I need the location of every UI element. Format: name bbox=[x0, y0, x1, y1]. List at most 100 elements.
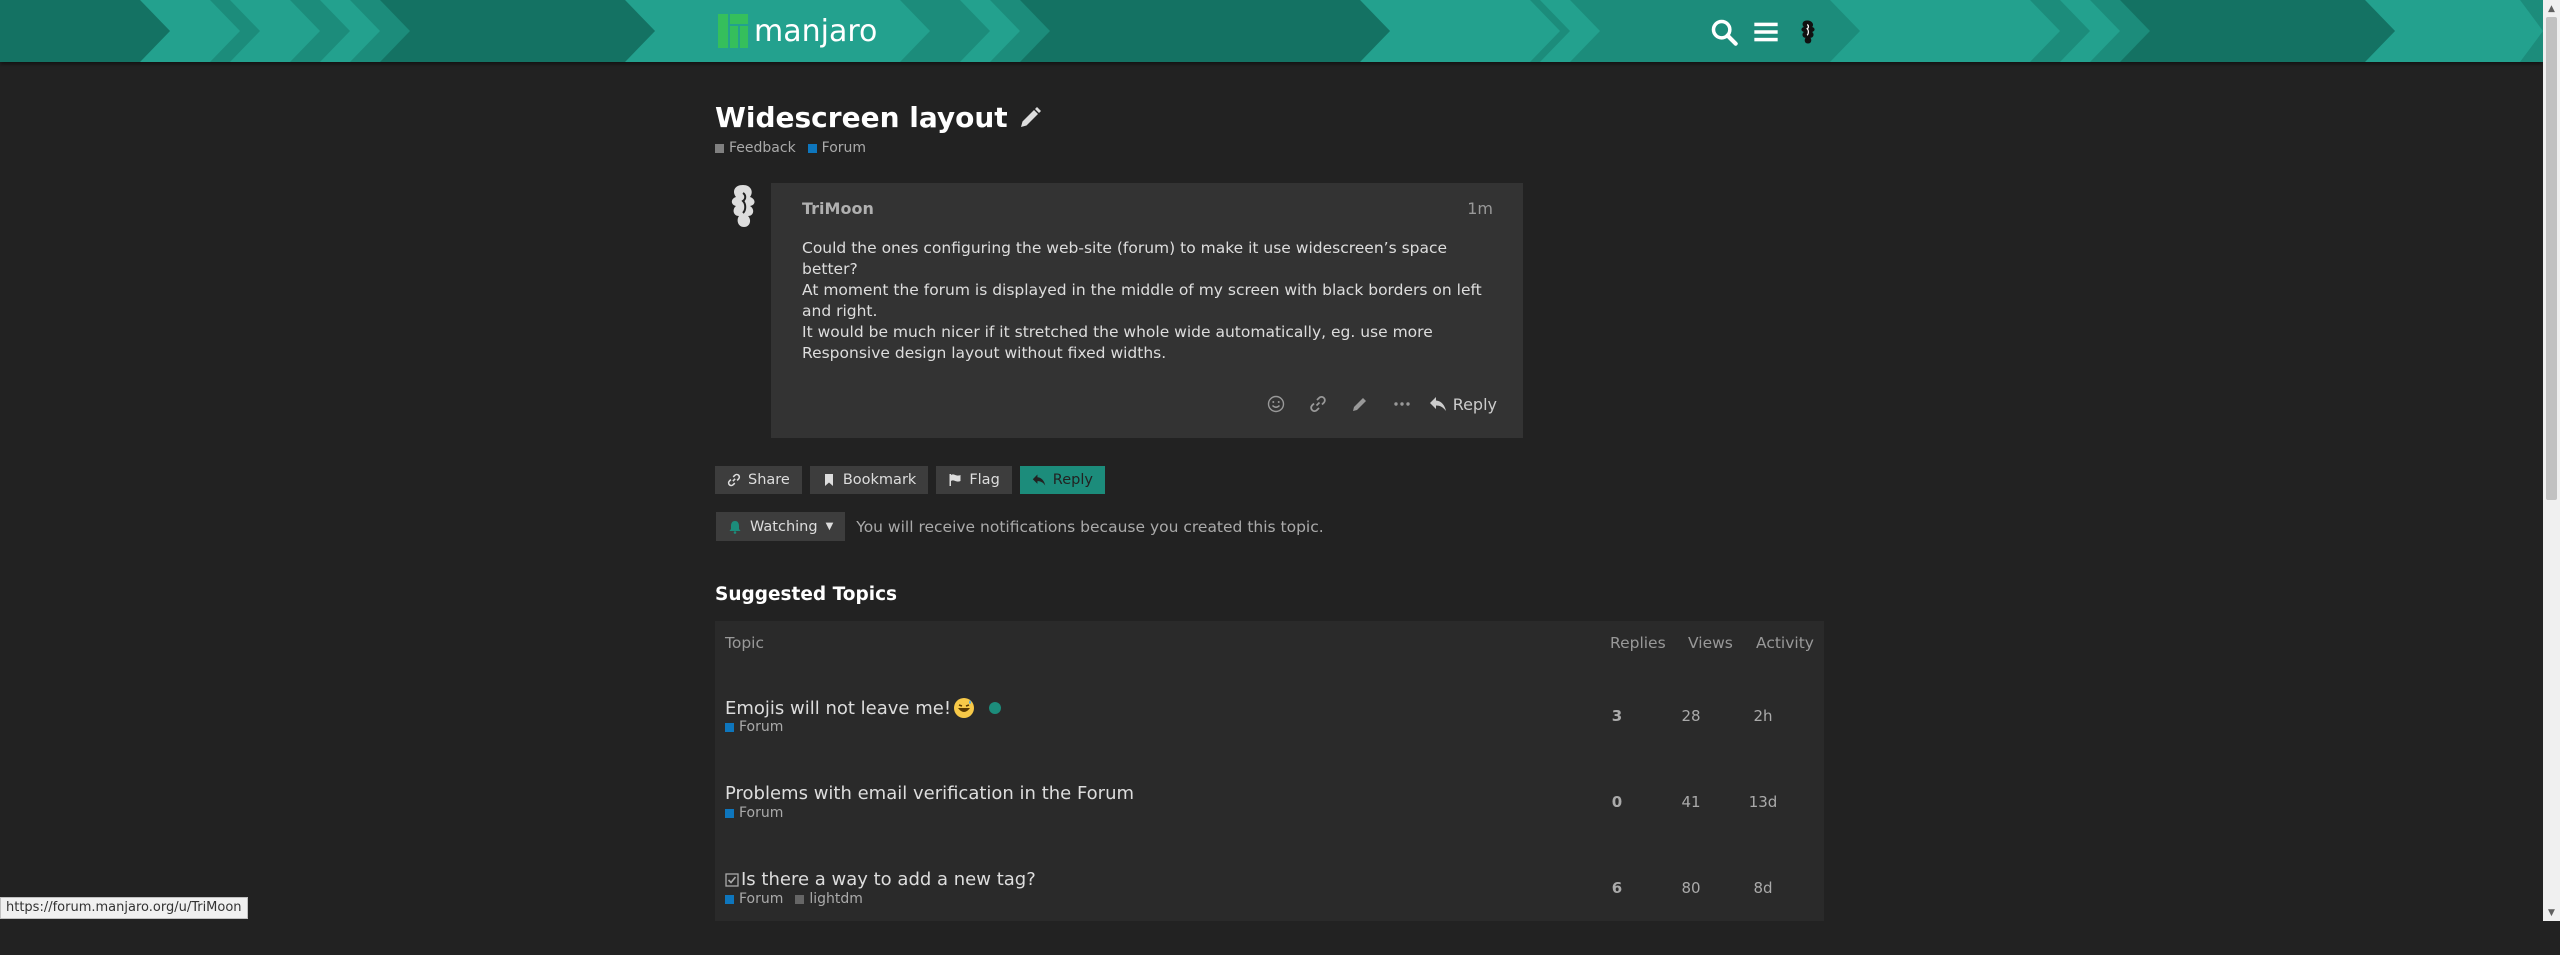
post-timestamp[interactable]: 1m bbox=[1467, 199, 1493, 218]
post-author-avatar[interactable] bbox=[719, 183, 767, 233]
category-forum[interactable]: Forum bbox=[725, 805, 783, 821]
suggested-topics-heading: Suggested Topics bbox=[715, 584, 898, 605]
post-reply-label: Reply bbox=[1452, 394, 1497, 414]
bell-icon bbox=[729, 520, 741, 534]
category-label: Forum bbox=[739, 719, 784, 735]
views-count: 28 bbox=[1681, 707, 1701, 725]
table-row: Is there a way to add a new tag? Forum l… bbox=[715, 869, 1824, 955]
row-categories: Forum bbox=[725, 719, 795, 735]
column-header-views[interactable]: Views bbox=[1688, 634, 1733, 652]
notification-level-dropdown[interactable]: Watching ▼ bbox=[716, 512, 846, 541]
tag-lightdm[interactable]: lightdm bbox=[795, 891, 863, 907]
category-label: Forum bbox=[739, 805, 784, 821]
topic-link[interactable]: Emojis will not leave me! bbox=[725, 697, 1002, 719]
edit-post-button[interactable] bbox=[1339, 388, 1381, 420]
manjaro-logo-icon bbox=[718, 14, 748, 48]
views-count: 41 bbox=[1681, 793, 1701, 811]
search-icon bbox=[1711, 19, 1738, 46]
post-username[interactable]: TriMoon bbox=[802, 199, 874, 218]
topic-title: Widescreen layout bbox=[715, 101, 1042, 134]
activity-time[interactable]: 8d bbox=[1733, 879, 1793, 897]
post-actions: Reply bbox=[1255, 388, 1497, 420]
post-reply-button[interactable]: Reply bbox=[1429, 395, 1497, 414]
status-bar-url: https://forum.manjaro.org/u/TriMoon bbox=[0, 897, 248, 919]
tag-square bbox=[795, 894, 805, 904]
like-reaction-button[interactable] bbox=[1255, 388, 1297, 420]
topic-title-text: Widescreen layout bbox=[715, 101, 1008, 134]
user-menu-button[interactable] bbox=[1790, 14, 1826, 50]
activity-time[interactable]: 2h bbox=[1733, 707, 1793, 725]
bookmark-icon bbox=[824, 474, 833, 486]
reply-arrow-icon bbox=[1032, 474, 1046, 486]
link-icon bbox=[1309, 396, 1326, 412]
category-color-square bbox=[725, 808, 734, 818]
topic-link-text: Is there a way to add a new tag? bbox=[741, 869, 1036, 890]
topic-categories: Feedback Forum bbox=[715, 140, 878, 156]
topic-link-text: Problems with email verification in the … bbox=[725, 783, 1135, 804]
emoji-icon bbox=[1267, 395, 1284, 413]
post-body: Could the ones configuring the web-site … bbox=[802, 238, 1502, 364]
topic-reply-button[interactable]: Reply bbox=[1019, 466, 1105, 494]
flag-icon bbox=[949, 474, 961, 486]
topic-footer-buttons: Share Bookmark Flag Reply bbox=[715, 466, 1113, 494]
menu-button[interactable] bbox=[1748, 14, 1784, 50]
scrollbar-thumb[interactable] bbox=[2546, 17, 2557, 500]
header-chevron-pattern bbox=[0, 0, 2543, 62]
caret-down-icon: ▼ bbox=[825, 521, 834, 532]
unread-indicator-dot bbox=[989, 702, 1002, 714]
scroll-up-arrow-icon[interactable]: ▲ bbox=[2543, 0, 2560, 17]
topic-post: TriMoon 1m Could the ones configuring th… bbox=[771, 183, 1523, 438]
notification-level-label: Watching bbox=[750, 518, 818, 535]
site-header: manjaro bbox=[0, 0, 2543, 62]
edit-icon bbox=[1352, 398, 1366, 411]
page-scrollbar[interactable]: ▲ ▼ bbox=[2543, 0, 2560, 921]
replies-count: 6 bbox=[1611, 879, 1623, 897]
bookmark-button[interactable]: Bookmark bbox=[809, 466, 929, 494]
edit-pencil-icon[interactable] bbox=[1018, 106, 1042, 130]
replies-count: 0 bbox=[1611, 793, 1623, 811]
suggested-topics-table: Topic Replies Views Activity Emojis will… bbox=[715, 621, 1824, 921]
category-forum[interactable]: Forum bbox=[725, 719, 783, 735]
category-forum[interactable]: Forum bbox=[725, 891, 783, 907]
bookmark-label: Bookmark bbox=[842, 472, 917, 488]
table-row: Emojis will not leave me! Forum 3 28 2h bbox=[715, 697, 1824, 783]
search-button[interactable] bbox=[1706, 14, 1742, 50]
reply-arrow-icon bbox=[1429, 397, 1446, 411]
more-actions-button[interactable] bbox=[1381, 388, 1423, 420]
manjaro-logo[interactable]: manjaro bbox=[718, 13, 877, 49]
user-avatar bbox=[1801, 20, 1815, 44]
notification-row: Watching ▼ You will receive notification… bbox=[716, 512, 1324, 541]
category-color-square bbox=[715, 143, 724, 153]
category-label: Forum bbox=[739, 891, 784, 907]
topic-link[interactable]: Is there a way to add a new tag? bbox=[725, 869, 1036, 890]
topic-reply-label: Reply bbox=[1052, 472, 1093, 488]
notification-reason: You will receive notifications because y… bbox=[856, 517, 1324, 536]
table-row: Problems with email verification in the … bbox=[715, 783, 1824, 869]
share-button[interactable]: Share bbox=[715, 466, 802, 494]
link-icon bbox=[727, 473, 741, 487]
solved-checkbox-icon bbox=[725, 872, 739, 887]
category-feedback[interactable]: Feedback bbox=[715, 140, 796, 156]
post-paragraph: It would be much nicer if it stretched t… bbox=[802, 323, 1433, 362]
category-label: Feedback bbox=[729, 140, 796, 156]
copy-link-button[interactable] bbox=[1297, 388, 1339, 420]
category-forum[interactable]: Forum bbox=[807, 140, 866, 156]
category-color-square bbox=[725, 894, 734, 904]
tag-label: lightdm bbox=[809, 891, 863, 907]
replies-count: 3 bbox=[1611, 707, 1623, 725]
column-header-topic[interactable]: Topic bbox=[725, 634, 764, 652]
category-color-square bbox=[725, 722, 734, 732]
activity-time[interactable]: 13d bbox=[1733, 793, 1793, 811]
flag-button[interactable]: Flag bbox=[936, 466, 1012, 494]
scroll-down-arrow-icon[interactable]: ▼ bbox=[2543, 904, 2560, 921]
grinning-sweat-emoji-icon bbox=[954, 698, 975, 718]
topic-link[interactable]: Problems with email verification in the … bbox=[725, 783, 1134, 804]
column-header-replies[interactable]: Replies bbox=[1610, 634, 1666, 652]
topic-link-text: Emojis will not leave me! bbox=[725, 697, 952, 719]
column-header-activity[interactable]: Activity bbox=[1756, 634, 1814, 652]
flag-label: Flag bbox=[969, 472, 1000, 488]
logo-text: manjaro bbox=[754, 13, 878, 49]
more-icon bbox=[1393, 402, 1410, 406]
row-categories: Forum bbox=[725, 805, 795, 821]
share-label: Share bbox=[748, 472, 790, 488]
